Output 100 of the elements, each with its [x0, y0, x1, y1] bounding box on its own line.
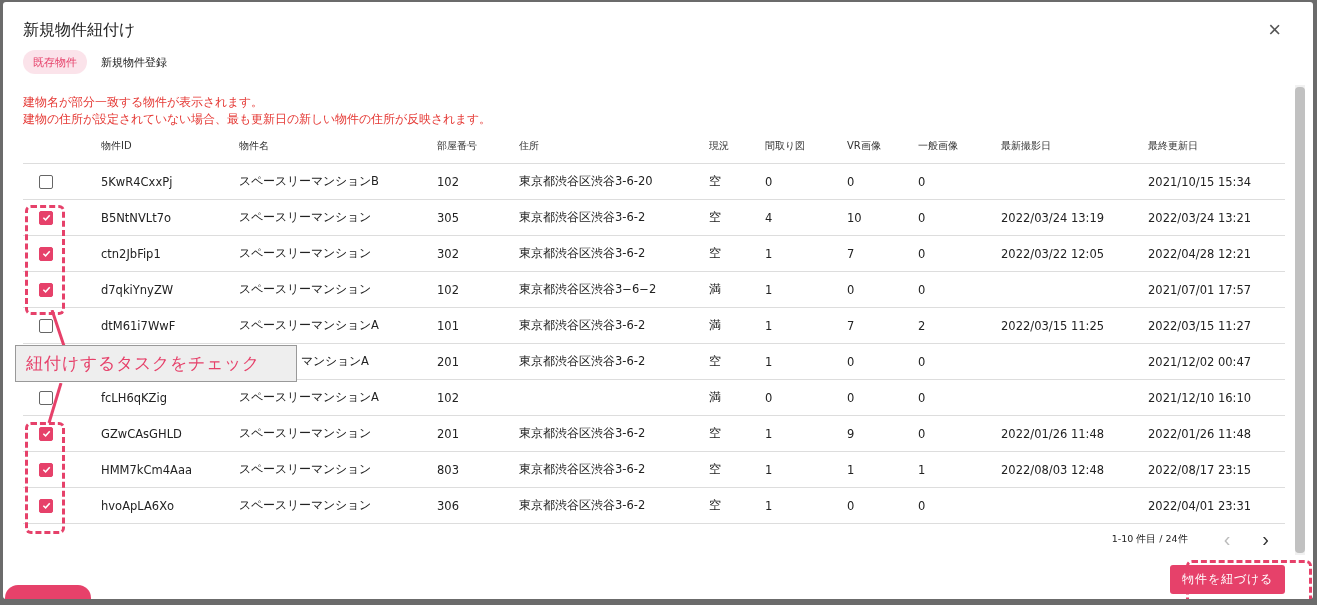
- table-cell: 2022/01/26 11:48: [1001, 426, 1105, 441]
- check-icon: [41, 249, 51, 259]
- table-cell: 1: [847, 462, 855, 477]
- table-cell: 5KwR4CxxPj: [101, 174, 173, 189]
- checkbox[interactable]: [39, 174, 53, 189]
- table-cell: スペースリーマンション: [239, 462, 371, 476]
- check-icon: [41, 213, 51, 223]
- table-cell: 東京都渋谷区渋谷3-6-2: [519, 354, 646, 368]
- checkbox[interactable]: [39, 390, 53, 405]
- table-cell: 0: [765, 390, 773, 405]
- table-cell: 102: [437, 390, 459, 405]
- table-cell: hvoApLA6Xo: [101, 498, 175, 513]
- table-cell: 1: [765, 498, 773, 513]
- table-cell: 2022/03/24 13:21: [1148, 210, 1252, 225]
- table-cell: 0: [918, 282, 926, 297]
- table-cell: 1: [765, 426, 773, 441]
- table-cell: 102: [437, 282, 459, 297]
- table-cell: 東京都渋谷区渋谷3-6-2: [519, 318, 646, 332]
- check-icon: [41, 429, 51, 439]
- table-cell: スペースリーマンション: [239, 498, 371, 512]
- dialog-title: 新規物件紐付け: [23, 19, 135, 41]
- table-cell: d7qkiYnyZW: [101, 282, 174, 297]
- close-button[interactable]: ×: [1256, 19, 1293, 41]
- checkbox[interactable]: [39, 462, 53, 477]
- checkbox[interactable]: [39, 282, 53, 297]
- checkbox[interactable]: [39, 246, 53, 261]
- checkbox[interactable]: [39, 318, 53, 333]
- table-cell: 305: [437, 210, 459, 225]
- table-cell: 東京都渋谷区渋谷3−6−2: [519, 282, 657, 296]
- table-cell: 東京都渋谷区渋谷3-6-20: [519, 174, 653, 188]
- table-cell: マンションA: [301, 354, 369, 368]
- table-cell: スペースリーマンション: [239, 282, 371, 296]
- table-cell: 2022/03/24 13:19: [1001, 210, 1105, 225]
- table-cell: 101: [437, 318, 459, 333]
- table-cell: 満: [709, 282, 721, 296]
- table-cell: 2022/03/22 12:05: [1001, 246, 1105, 261]
- check-icon: [41, 501, 51, 511]
- notice-text: 建物の住所が設定されていない場合、最も更新日の新しい物件の住所が反映されます。: [23, 111, 492, 128]
- table-cell: 9: [847, 426, 855, 441]
- table-cell: 空: [709, 246, 721, 260]
- table-cell: スペースリーマンションA: [239, 390, 379, 404]
- table-cell: 2021/12/10 16:10: [1148, 390, 1252, 405]
- table-cell: 201: [437, 354, 459, 369]
- checkbox[interactable]: [39, 498, 53, 513]
- table-cell: 0: [918, 498, 926, 513]
- column-header: 現況: [709, 139, 729, 151]
- column-header: 最新撮影日: [1001, 139, 1051, 151]
- table-cell: 東京都渋谷区渋谷3-6-2: [519, 210, 646, 224]
- column-header: 住所: [519, 139, 539, 151]
- checkbox[interactable]: [39, 210, 53, 225]
- checkbox[interactable]: [39, 426, 53, 441]
- table-cell: 2021/10/15 15:34: [1148, 174, 1252, 189]
- table-cell: 0: [918, 390, 926, 405]
- table-cell: 1: [765, 246, 773, 261]
- table-cell: 7: [847, 318, 855, 333]
- table-cell: 201: [437, 426, 459, 441]
- table-cell: 2: [918, 318, 926, 333]
- table-cell: 302: [437, 246, 459, 261]
- table-cell: 0: [918, 246, 926, 261]
- column-header: 最終更新日: [1148, 139, 1198, 151]
- table-cell: B5NtNVLt7o: [101, 210, 172, 225]
- table-cell: 東京都渋谷区渋谷3-6-2: [519, 462, 646, 476]
- table-cell: 803: [437, 462, 459, 477]
- table-cell: 空: [709, 426, 721, 440]
- table-cell: ctn2JbFip1: [101, 246, 161, 261]
- table-cell: 1: [765, 354, 773, 369]
- table-cell: 0: [765, 174, 773, 189]
- table-cell: 空: [709, 498, 721, 512]
- next-page-button[interactable]: ›: [1256, 529, 1275, 549]
- table-cell: 0: [918, 210, 926, 225]
- table-cell: 102: [437, 174, 459, 189]
- tab[interactable]: 新規物件登録: [91, 50, 177, 74]
- table-cell: 0: [918, 426, 926, 441]
- check-icon: [41, 285, 51, 295]
- page-range: 1-10 件目 / 24件: [1111, 532, 1188, 546]
- column-header: 部屋番号: [437, 139, 477, 151]
- table-cell: 7: [847, 246, 855, 261]
- column-header: 物件名: [239, 139, 269, 151]
- table-cell: 2022/03/15 11:27: [1148, 318, 1252, 333]
- annotation-callout: 紐付けするタスクをチェック: [15, 345, 297, 382]
- leader-line: [50, 310, 66, 346]
- table-cell: 0: [847, 498, 855, 513]
- table-cell: 0: [847, 174, 855, 189]
- table-cell: 満: [709, 318, 721, 332]
- table-cell: スペースリーマンションA: [239, 318, 379, 332]
- check-icon: [41, 465, 51, 475]
- table-cell: 306: [437, 498, 459, 513]
- table-cell: 東京都渋谷区渋谷3-6-2: [519, 498, 646, 512]
- table-cell: 満: [709, 390, 721, 404]
- scrollbar[interactable]: [1295, 85, 1305, 555]
- table-cell: GZwCAsGHLD: [101, 426, 182, 441]
- column-header: 一般画像: [918, 139, 958, 151]
- table-cell: 2022/01/26 11:48: [1148, 426, 1252, 441]
- column-header: 間取り図: [765, 139, 805, 151]
- table-cell: 0: [918, 174, 926, 189]
- table-cell: 2022/08/03 12:48: [1001, 462, 1105, 477]
- table-cell: 2022/03/15 11:25: [1001, 318, 1105, 333]
- table-cell: 0: [847, 282, 855, 297]
- table-cell: 0: [847, 354, 855, 369]
- table-cell: 2021/07/01 17:57: [1148, 282, 1252, 297]
